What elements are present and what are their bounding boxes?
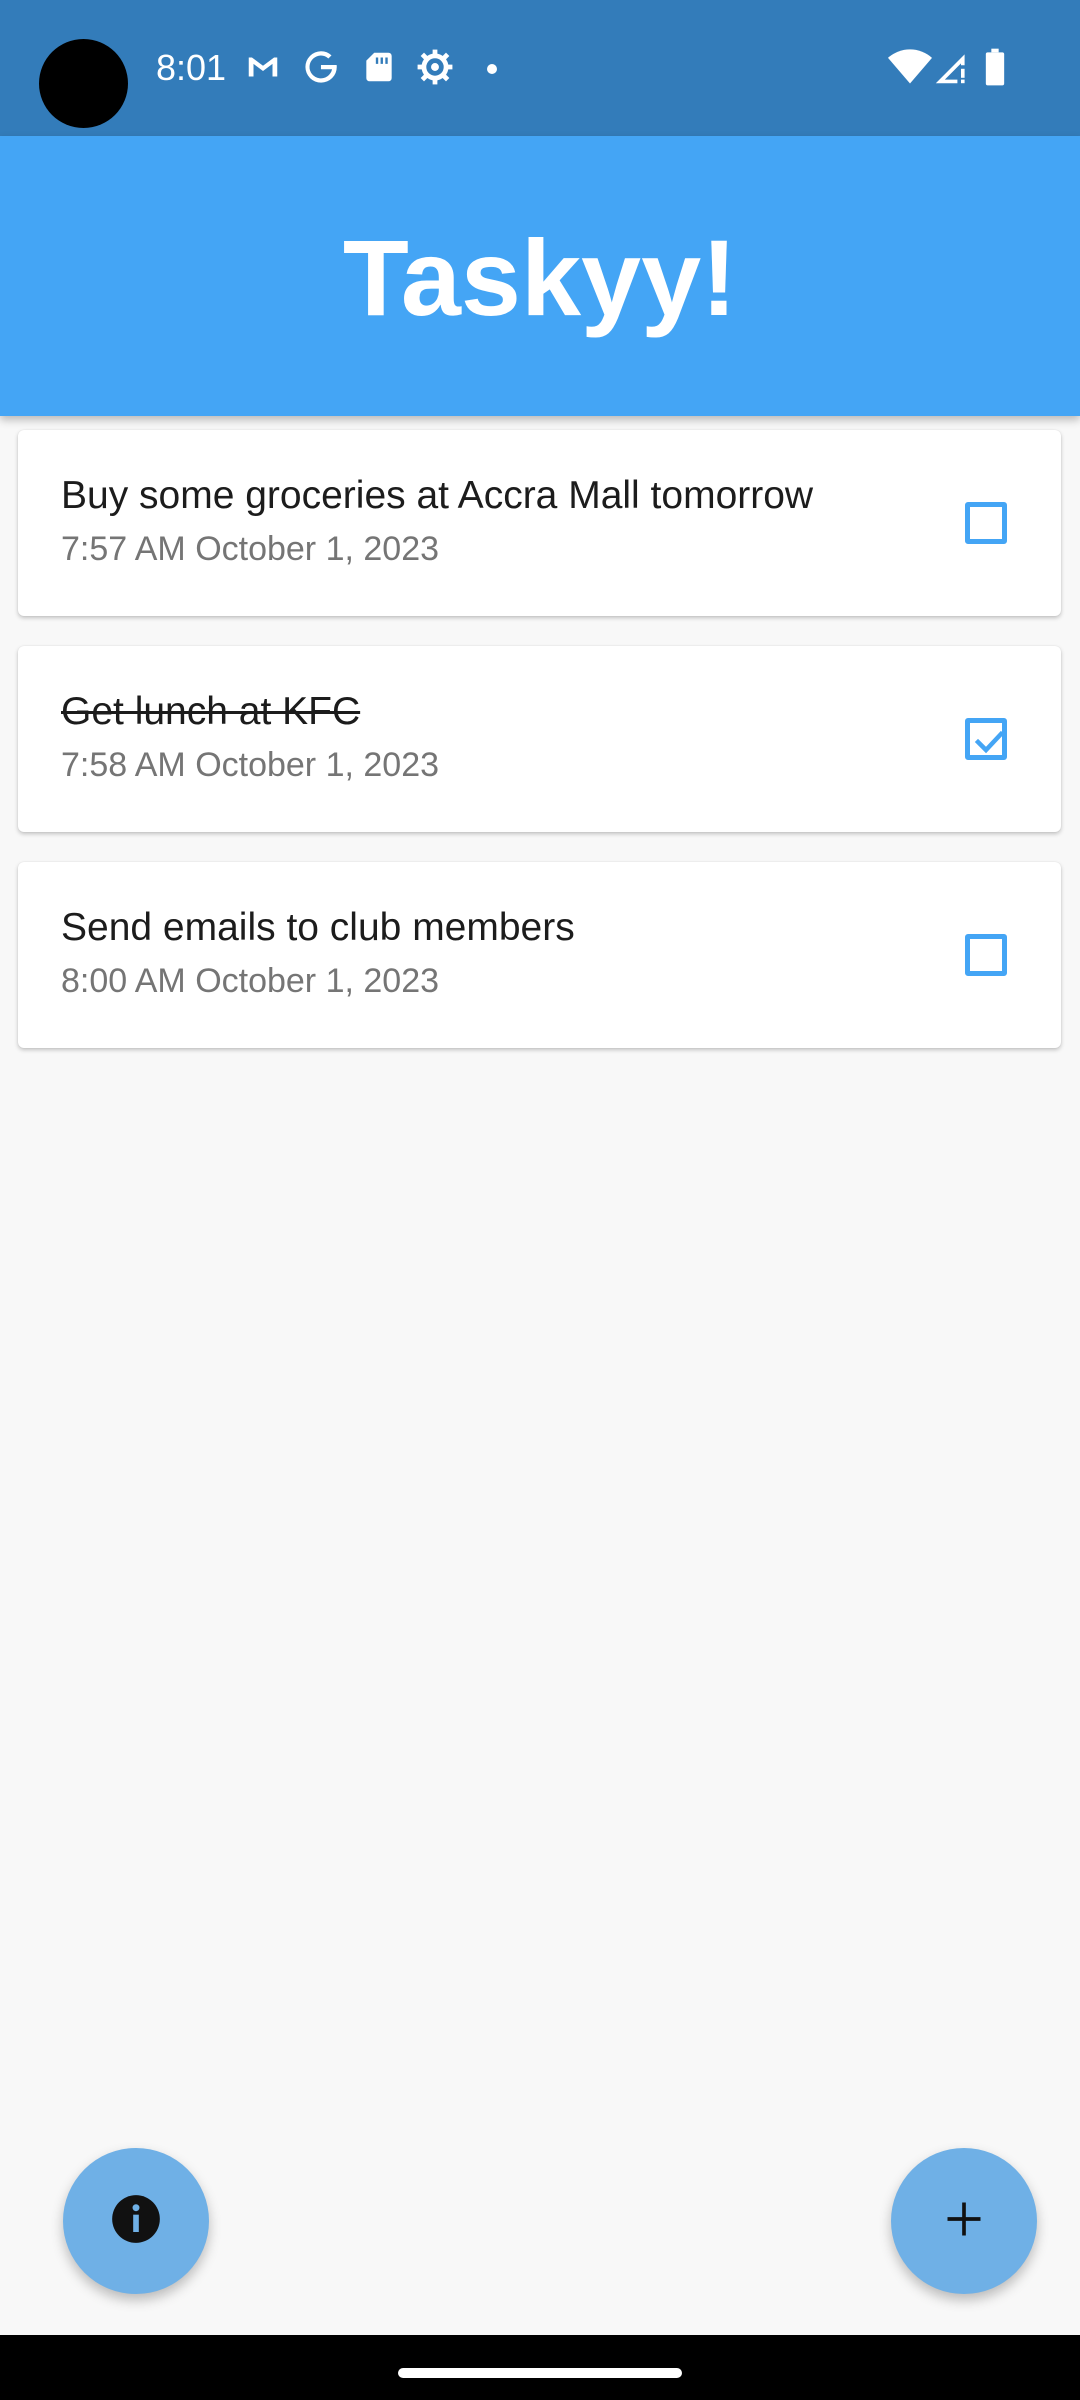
task-card[interactable]: Get lunch at KFC 7:58 AM October 1, 2023 bbox=[18, 646, 1061, 832]
checkmark-icon bbox=[974, 730, 1005, 754]
sd-card-icon bbox=[360, 48, 398, 91]
settings-gear-icon bbox=[416, 48, 454, 91]
cell-signal-icon bbox=[934, 48, 970, 91]
task-timestamp: 7:58 AM October 1, 2023 bbox=[61, 746, 440, 784]
status-bar: 8:01 bbox=[0, 0, 1080, 136]
plus-icon bbox=[942, 2197, 986, 2246]
task-checkbox[interactable] bbox=[965, 934, 1007, 976]
task-timestamp: 7:57 AM October 1, 2023 bbox=[61, 530, 440, 568]
task-title: Send emails to club members bbox=[61, 906, 575, 949]
add-task-button[interactable] bbox=[891, 2148, 1037, 2294]
camera-cutout bbox=[39, 39, 128, 128]
status-time: 8:01 bbox=[156, 47, 227, 88]
home-gesture-handle[interactable] bbox=[398, 2368, 682, 2378]
battery-icon bbox=[984, 48, 1006, 91]
dot-icon bbox=[486, 62, 498, 80]
task-list: Buy some groceries at Accra Mall tomorro… bbox=[18, 430, 1061, 1078]
info-button[interactable] bbox=[63, 2148, 209, 2294]
task-title: Get lunch at KFC bbox=[61, 690, 361, 733]
gmail-icon bbox=[244, 48, 282, 91]
info-icon bbox=[110, 2193, 162, 2250]
app-bar: Taskyy! bbox=[0, 136, 1080, 416]
google-icon bbox=[302, 48, 340, 91]
task-card[interactable]: Send emails to club members 8:00 AM Octo… bbox=[18, 862, 1061, 1048]
task-checkbox[interactable] bbox=[965, 502, 1007, 544]
navigation-bar bbox=[0, 2335, 1080, 2400]
task-checkbox-checked[interactable] bbox=[965, 718, 1007, 760]
app-title: Taskyy! bbox=[342, 217, 738, 338]
task-title: Buy some groceries at Accra Mall tomorro… bbox=[61, 474, 814, 517]
task-timestamp: 8:00 AM October 1, 2023 bbox=[61, 962, 440, 1000]
wifi-icon bbox=[888, 48, 932, 91]
task-card[interactable]: Buy some groceries at Accra Mall tomorro… bbox=[18, 430, 1061, 616]
